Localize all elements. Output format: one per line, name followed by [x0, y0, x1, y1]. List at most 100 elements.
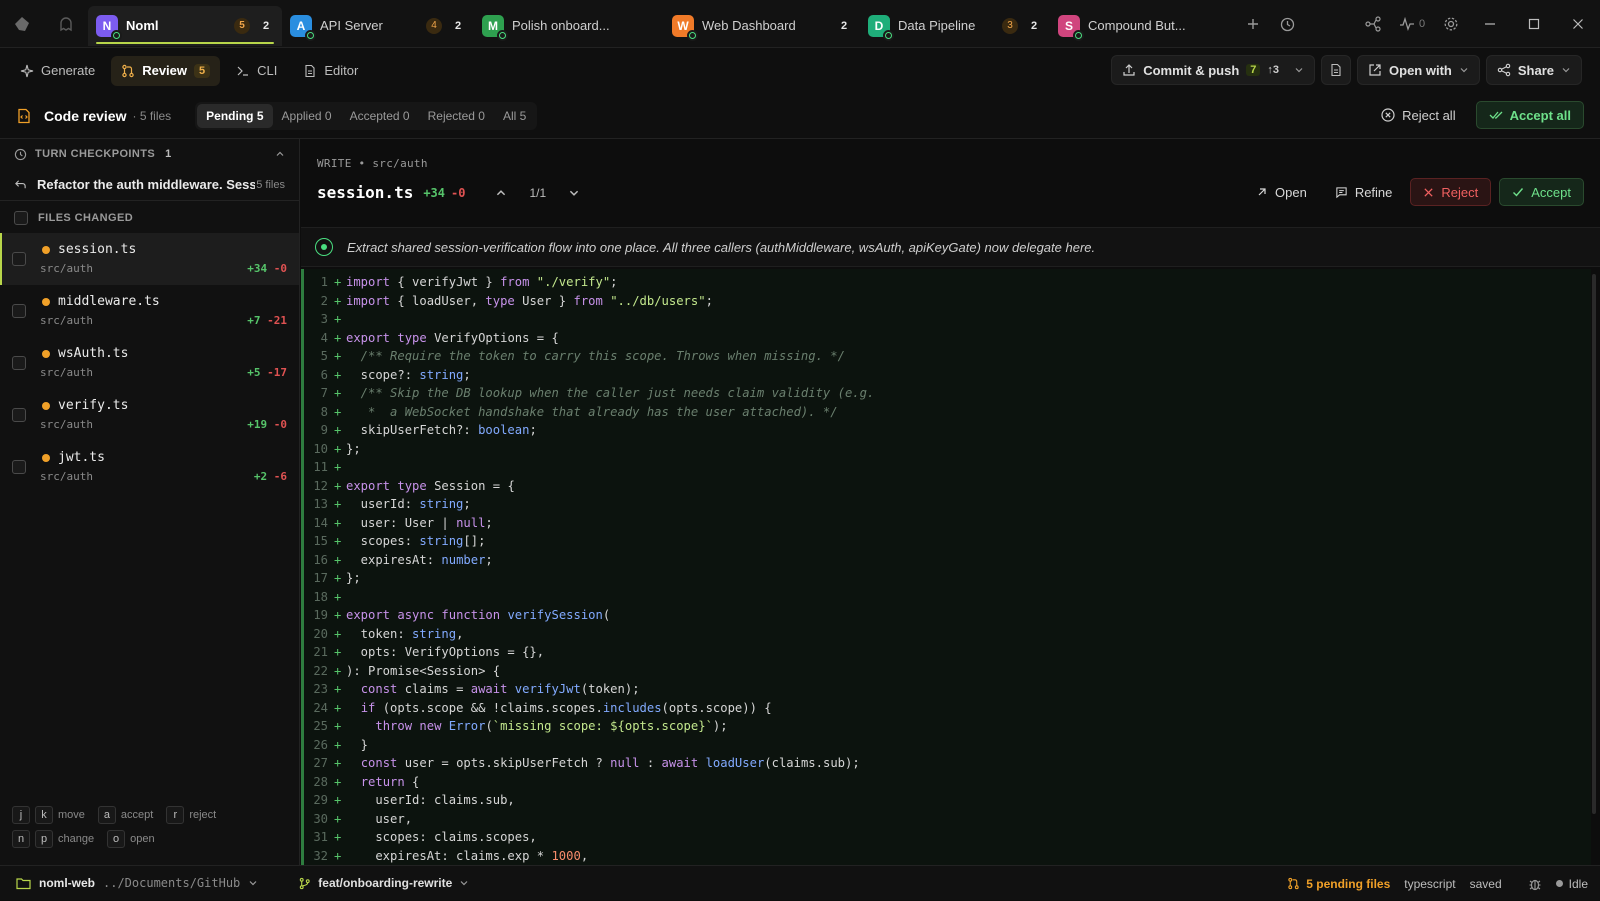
- added-line-marker: +: [334, 756, 342, 771]
- workspace-tab[interactable]: N Noml 5 2: [88, 5, 282, 46]
- added-line-marker: +: [334, 737, 342, 752]
- document-icon: [1331, 63, 1341, 77]
- refine-button[interactable]: Refine: [1325, 178, 1403, 206]
- review-filter-tab[interactable]: Rejected 0: [419, 104, 494, 128]
- language-label[interactable]: typescript: [1404, 877, 1455, 891]
- code-text: scope?: string;: [346, 367, 471, 382]
- changed-file-item[interactable]: session.ts src/auth +34 -0: [0, 233, 299, 285]
- workspace-pending-badge: 5: [234, 17, 250, 34]
- activity-count: 0: [1418, 18, 1426, 30]
- branch-selector[interactable]: feat/onboarding-rewrite: [298, 876, 469, 890]
- diff-viewer: WRITE • src/auth session.ts +34 -0 1/1 O…: [301, 139, 1600, 865]
- cli-label: CLI: [257, 63, 278, 78]
- code-text: return {: [360, 774, 420, 789]
- file-deletions: -17: [267, 366, 287, 379]
- code-text: user,: [346, 811, 413, 826]
- editor-mode-button[interactable]: Editor: [293, 56, 368, 86]
- pending-files-indicator[interactable]: 5 pending files: [1287, 877, 1390, 891]
- added-line-marker: +: [334, 404, 342, 419]
- settings-gear-icon[interactable]: [1434, 7, 1468, 41]
- project-selector[interactable]: noml-web ../Documents/GitHub: [16, 876, 258, 890]
- added-line-marker: +: [334, 293, 342, 308]
- review-filter-tab[interactable]: Accepted 0: [341, 104, 419, 128]
- document-button[interactable]: [1321, 55, 1352, 85]
- review-filter-tab[interactable]: All 5: [494, 104, 535, 128]
- accept-file-button[interactable]: Accept: [1499, 178, 1584, 206]
- file-checkbox[interactable]: [12, 460, 26, 474]
- code-line: 10 +};: [304, 440, 1591, 459]
- share-button[interactable]: Share: [1485, 55, 1582, 85]
- project-path: ../Documents/GitHub: [103, 876, 241, 890]
- chevron-down-icon[interactable]: [1294, 65, 1304, 75]
- status-dot-icon: [315, 238, 333, 256]
- message-square-icon: [1336, 186, 1347, 198]
- turn-checkpoints-label: TURN CHECKPOINTS: [35, 148, 156, 160]
- code-line: 15 + scopes: string[];: [304, 532, 1591, 551]
- workspace-tab[interactable]: S Compound But...: [1050, 6, 1230, 46]
- review-filter-tab[interactable]: Applied 0: [273, 104, 341, 128]
- generate-mode-button[interactable]: Generate: [10, 56, 105, 86]
- changed-file-item[interactable]: wsAuth.ts src/auth +5 -17: [0, 337, 299, 389]
- changed-file-item[interactable]: jwt.ts src/auth +2 -6: [0, 441, 299, 493]
- open-with-button[interactable]: Open with: [1357, 55, 1480, 85]
- workspace-pending-badge: 4: [426, 17, 442, 34]
- status-check-icon: [883, 29, 894, 41]
- network-icon[interactable]: [1356, 7, 1390, 41]
- cli-mode-button[interactable]: CLI: [226, 56, 287, 86]
- generate-label: Generate: [41, 63, 96, 78]
- minimize-icon[interactable]: [1468, 7, 1512, 41]
- close-window-icon[interactable]: [1556, 7, 1600, 41]
- changed-file-item[interactable]: middleware.ts src/auth +7 -21: [0, 285, 299, 337]
- file-checkbox[interactable]: [12, 304, 26, 318]
- file-checkbox[interactable]: [12, 252, 26, 266]
- shortcut-key: r: [166, 806, 185, 824]
- files-changed-header: FILES CHANGED: [0, 203, 299, 233]
- select-all-checkbox[interactable]: [14, 211, 28, 225]
- line-number: 22: [313, 663, 328, 678]
- ghost-icon[interactable]: [44, 0, 88, 48]
- workspace-tab[interactable]: A API Server 4 2: [282, 6, 474, 46]
- review-filter-tab[interactable]: Pending 5: [197, 103, 273, 128]
- code-line: 19 + export async function verifySession(: [304, 606, 1591, 625]
- bug-icon[interactable]: [1528, 877, 1542, 891]
- chevron-down-icon[interactable]: [568, 187, 580, 199]
- review-mode-button[interactable]: Review 5: [111, 55, 221, 86]
- turn-checkpoints-header[interactable]: TURN CHECKPOINTS 1: [0, 139, 299, 169]
- workspace-tab[interactable]: W Web Dashboard 2: [664, 6, 860, 46]
- code-line: 20 + token: string,: [304, 625, 1591, 644]
- maximize-icon[interactable]: [1512, 7, 1556, 41]
- workspace-count: 2: [840, 19, 848, 32]
- reject-all-button[interactable]: Reject all: [1371, 101, 1465, 129]
- reject-file-button[interactable]: Reject: [1410, 178, 1492, 206]
- accept-all-button[interactable]: Accept all: [1475, 101, 1584, 129]
- code-text: export type VerifyOptions = {: [346, 330, 559, 345]
- new-tab-icon[interactable]: [1236, 7, 1270, 41]
- activity-icon[interactable]: 0: [1390, 7, 1434, 41]
- code-line: 30 + user,: [304, 810, 1591, 829]
- code-line: 28 + return {: [304, 773, 1591, 792]
- workspace-tab[interactable]: D Data Pipeline 3 2: [860, 6, 1050, 46]
- changed-file-item[interactable]: verify.ts src/auth +19 -0: [0, 389, 299, 441]
- open-file-button[interactable]: Open: [1246, 178, 1317, 206]
- modified-dot-icon: [42, 453, 50, 462]
- history-icon[interactable]: [1270, 7, 1304, 41]
- changed-file-list: session.ts src/auth +34 -0 middleware.ts src…: [0, 233, 299, 493]
- code-text: * a WebSocket handshake that already has…: [346, 404, 838, 419]
- app-logo-icon: [0, 0, 44, 48]
- workspace-tab[interactable]: M Polish onboard...: [474, 6, 664, 46]
- code-text: };: [346, 441, 361, 456]
- file-checkbox[interactable]: [12, 408, 26, 422]
- code-line: 8 + * a WebSocket handshake that already …: [304, 403, 1591, 422]
- commit-push-button[interactable]: Commit & push 7 ↑3: [1111, 55, 1316, 85]
- toolbar-actions: Commit & push 7 ↑3 Open with Share: [1111, 55, 1582, 85]
- code-scrollbar[interactable]: [1592, 274, 1596, 814]
- chevron-up-icon[interactable]: [275, 149, 285, 159]
- added-line-marker: +: [334, 534, 342, 549]
- code-text: const user = opts.skipUserFetch ? null :…: [360, 756, 860, 771]
- checkpoint-item[interactable]: Refactor the auth middleware. Sessi... 5…: [0, 169, 299, 201]
- line-number: 9: [320, 423, 328, 438]
- added-line-marker: +: [334, 830, 342, 845]
- code-diff[interactable]: 1 + import { verifyJwt } from "./verify"; 2…: [301, 269, 1591, 865]
- chevron-up-icon[interactable]: [495, 187, 507, 199]
- file-checkbox[interactable]: [12, 356, 26, 370]
